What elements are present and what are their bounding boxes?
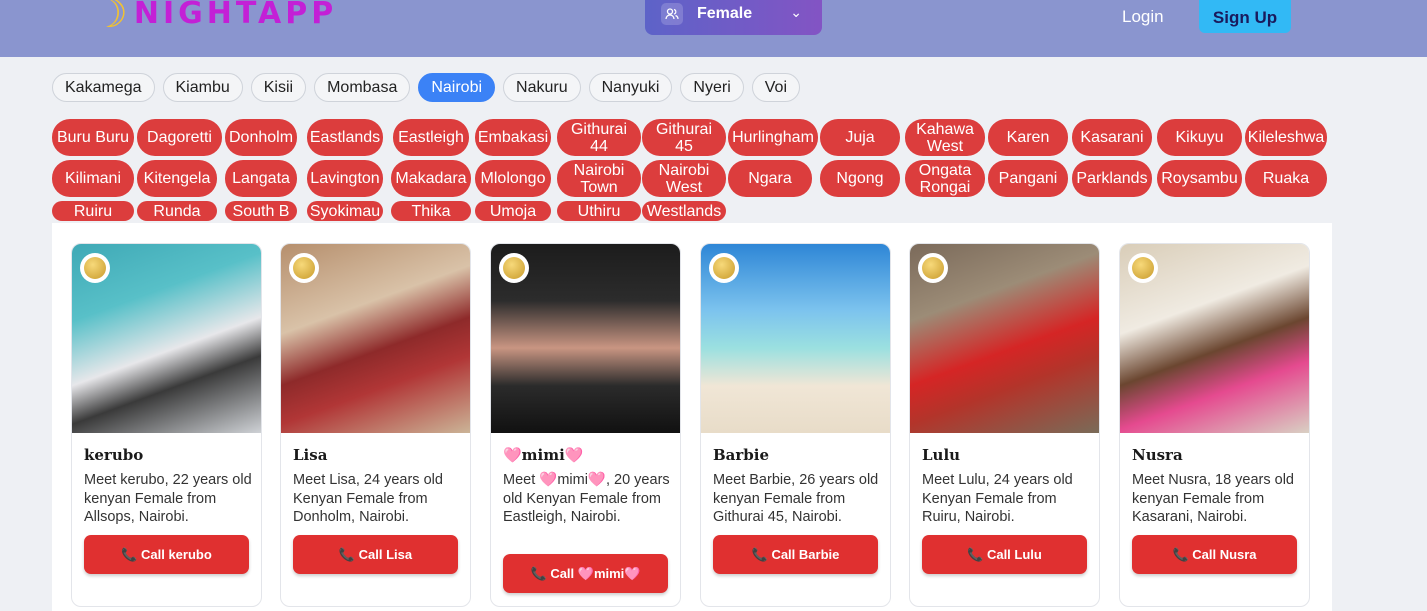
city-chip-nairobi[interactable]: Nairobi xyxy=(418,73,496,102)
profile-description: Meet Lulu, 24 years old Kenyan Female fr… xyxy=(922,472,1073,525)
profile-photo[interactable] xyxy=(491,244,680,433)
user-icon xyxy=(661,2,683,25)
moon-icon: ☽ xyxy=(92,0,128,36)
call-button[interactable]: 📞 Call 🩷mimi🩷 xyxy=(503,554,668,593)
call-button[interactable]: 📞 Call Lulu xyxy=(922,535,1087,574)
area-pill-south-b[interactable]: South B xyxy=(225,201,297,221)
area-pill-kitengela[interactable]: Kitengela xyxy=(137,160,217,197)
logo-text: NIGHTAPP xyxy=(133,0,338,31)
area-pill-roysambu[interactable]: Roysambu xyxy=(1157,160,1242,197)
profile-photo[interactable] xyxy=(72,244,261,433)
call-button[interactable]: 📞 Call Nusra xyxy=(1132,535,1297,574)
area-pill-umoja[interactable]: Umoja xyxy=(475,201,551,221)
area-pill-githurai-44[interactable]: Githurai 44 xyxy=(557,119,641,156)
profile-card[interactable]: Lisa Meet Lisa, 24 years old Kenyan Femal… xyxy=(280,243,471,607)
city-chip-kiambu[interactable]: Kiambu xyxy=(162,73,243,102)
city-filter-list: Kakamega Kiambu Kisii Mombasa Nairobi Nakuru N… xyxy=(52,73,801,102)
area-pill-ongata-rongai[interactable]: Ongata Rongai xyxy=(905,160,985,197)
profile-description: Meet kerubo, 22 years old kenyan Female … xyxy=(84,472,252,525)
area-pill-kasarani[interactable]: Kasarani xyxy=(1072,119,1152,156)
profile-photo[interactable] xyxy=(1120,244,1309,433)
profile-name: kerubo xyxy=(84,446,144,464)
area-pill-uthiru[interactable]: Uthiru xyxy=(557,201,641,221)
city-chip-kakamega[interactable]: Kakamega xyxy=(52,73,155,102)
area-pill-juja[interactable]: Juja xyxy=(820,119,900,156)
area-pill-lavington[interactable]: Lavington xyxy=(307,160,383,197)
profile-description: Meet Lisa, 24 years old Kenyan Female fr… xyxy=(293,472,443,525)
profile-name: Lisa xyxy=(293,446,328,464)
area-pill-parklands[interactable]: Parklands xyxy=(1072,160,1152,197)
city-chip-nyeri[interactable]: Nyeri xyxy=(680,73,744,102)
city-chip-nakuru[interactable]: Nakuru xyxy=(503,73,581,102)
profile-photo[interactable] xyxy=(281,244,470,433)
call-button[interactable]: 📞 Call kerubo xyxy=(84,535,249,574)
verified-badge-icon xyxy=(709,253,739,283)
city-chip-kisii[interactable]: Kisii xyxy=(250,73,307,102)
profile-card[interactable]: Lulu Meet Lulu, 24 years old Kenyan Femal… xyxy=(909,243,1100,607)
call-button[interactable]: 📞 Call Lisa xyxy=(293,535,458,574)
profiles-grid: kerubo Meet kerubo, 22 years old kenyan F… xyxy=(52,223,1332,611)
area-pill-kileleshwa[interactable]: Kileleshwa xyxy=(1245,119,1327,156)
profile-card[interactable]: 🩷mimi🩷 Meet 🩷mimi🩷, 20 years old Kenyan F… xyxy=(490,243,681,607)
area-pill-embakasi[interactable]: Embakasi xyxy=(475,119,551,156)
area-pill-syokimau[interactable]: Syokimau xyxy=(307,201,383,221)
verified-badge-icon xyxy=(1128,253,1158,283)
area-pill-ruiru[interactable]: Ruiru xyxy=(52,201,134,221)
area-pill-pangani[interactable]: Pangani xyxy=(988,160,1068,197)
area-pill-ruaka[interactable]: Ruaka xyxy=(1245,160,1327,197)
gender-dropdown-value: Female xyxy=(697,4,753,22)
area-pill-hurlingham[interactable]: Hurlingham xyxy=(728,119,818,156)
area-pill-kahawa-west[interactable]: Kahawa West xyxy=(905,119,985,156)
area-pill-donholm[interactable]: Donholm xyxy=(225,119,297,156)
area-pill-ngara[interactable]: Ngara xyxy=(728,160,812,197)
login-link[interactable]: Login xyxy=(1122,7,1164,27)
profile-name: Nusra xyxy=(1132,446,1183,464)
area-pill-mlolongo[interactable]: Mlolongo xyxy=(475,160,551,197)
city-chip-mombasa[interactable]: Mombasa xyxy=(314,73,411,102)
profile-photo[interactable] xyxy=(701,244,890,433)
profile-name: Lulu xyxy=(922,446,961,464)
chevron-down-icon: ⌄ xyxy=(790,4,802,20)
profile-description: Meet Barbie, 26 years old kenyan Female … xyxy=(713,472,879,525)
city-chip-nanyuki[interactable]: Nanyuki xyxy=(588,73,673,102)
area-pill-eastleigh[interactable]: Eastleigh xyxy=(393,119,469,156)
gender-dropdown[interactable]: Female ⌄ xyxy=(645,0,822,35)
area-pill-kikuyu[interactable]: Kikuyu xyxy=(1157,119,1242,156)
area-pill-dagoretti[interactable]: Dagoretti xyxy=(137,119,222,156)
logo[interactable]: ☽ NIGHTAPP xyxy=(92,0,337,34)
area-pill-ngong[interactable]: Ngong xyxy=(820,160,900,197)
area-pill-runda[interactable]: Runda xyxy=(137,201,217,221)
call-button[interactable]: 📞 Call Barbie xyxy=(713,535,878,574)
area-pill-nairobi-town[interactable]: Nairobi Town xyxy=(557,160,641,197)
profile-photo[interactable] xyxy=(910,244,1099,433)
area-pill-thika[interactable]: Thika xyxy=(391,201,471,221)
city-chip-voi[interactable]: Voi xyxy=(751,73,801,102)
verified-badge-icon xyxy=(499,253,529,283)
area-pill-westlands[interactable]: Westlands xyxy=(642,201,726,221)
profile-name: Barbie xyxy=(713,446,770,464)
area-pill-langata[interactable]: Langata xyxy=(225,160,297,197)
verified-badge-icon xyxy=(80,253,110,283)
area-pill-githurai-45[interactable]: Githurai 45 xyxy=(642,119,726,156)
area-pill-nairobi-west[interactable]: Nairobi West xyxy=(642,160,726,197)
profile-card[interactable]: Barbie Meet Barbie, 26 years old kenyan F… xyxy=(700,243,891,607)
area-pill-makadara[interactable]: Makadara xyxy=(391,160,471,197)
signup-button[interactable]: Sign Up xyxy=(1199,0,1291,33)
profile-description: Meet 🩷mimi🩷, 20 years old Kenyan Female … xyxy=(503,472,670,525)
profile-name: 🩷mimi🩷 xyxy=(503,446,584,464)
profile-card[interactable]: kerubo Meet kerubo, 22 years old kenyan F… xyxy=(71,243,262,607)
area-pill-buru-buru[interactable]: Buru Buru xyxy=(52,119,134,156)
area-pill-eastlands[interactable]: Eastlands xyxy=(307,119,383,156)
profile-description: Meet Nusra, 18 years old kenyan Female f… xyxy=(1132,472,1294,525)
verified-badge-icon xyxy=(289,253,319,283)
top-navbar: ☽ NIGHTAPP Female ⌄ Login Sign Up xyxy=(0,0,1427,57)
area-pill-kilimani[interactable]: Kilimani xyxy=(52,160,134,197)
profile-card[interactable]: Nusra Meet Nusra, 18 years old kenyan Fem… xyxy=(1119,243,1310,607)
area-pill-karen[interactable]: Karen xyxy=(988,119,1068,156)
verified-badge-icon xyxy=(918,253,948,283)
